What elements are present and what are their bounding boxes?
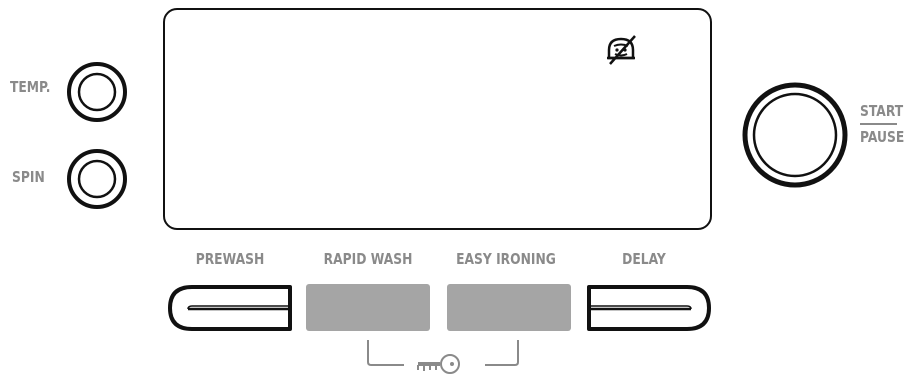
spin-label: SPIN	[12, 168, 45, 186]
child-lock-indicator	[367, 340, 519, 374]
easy-ironing-button[interactable]	[447, 284, 571, 331]
spin-knob[interactable]	[66, 148, 128, 210]
delay-label: DELAY	[622, 250, 666, 268]
key-icon	[417, 354, 460, 374]
rapid-wash-label: RAPID WASH	[323, 250, 413, 268]
temp-knob[interactable]	[66, 61, 128, 123]
pause-label: PAUSE	[860, 128, 905, 146]
prewash-button[interactable]	[166, 283, 294, 333]
no-ironing-icon	[607, 35, 636, 65]
start-label: START	[860, 102, 904, 120]
delay-button[interactable]	[585, 283, 713, 333]
start-pause-button[interactable]	[740, 80, 850, 190]
start-pause-divider	[860, 123, 897, 125]
lcd-display	[163, 8, 712, 230]
temp-label: TEMP.	[10, 78, 51, 96]
rapid-wash-button[interactable]	[306, 284, 430, 331]
prewash-label: PREWASH	[195, 250, 265, 268]
easy-ironing-label: EASY IRONING	[456, 250, 556, 268]
